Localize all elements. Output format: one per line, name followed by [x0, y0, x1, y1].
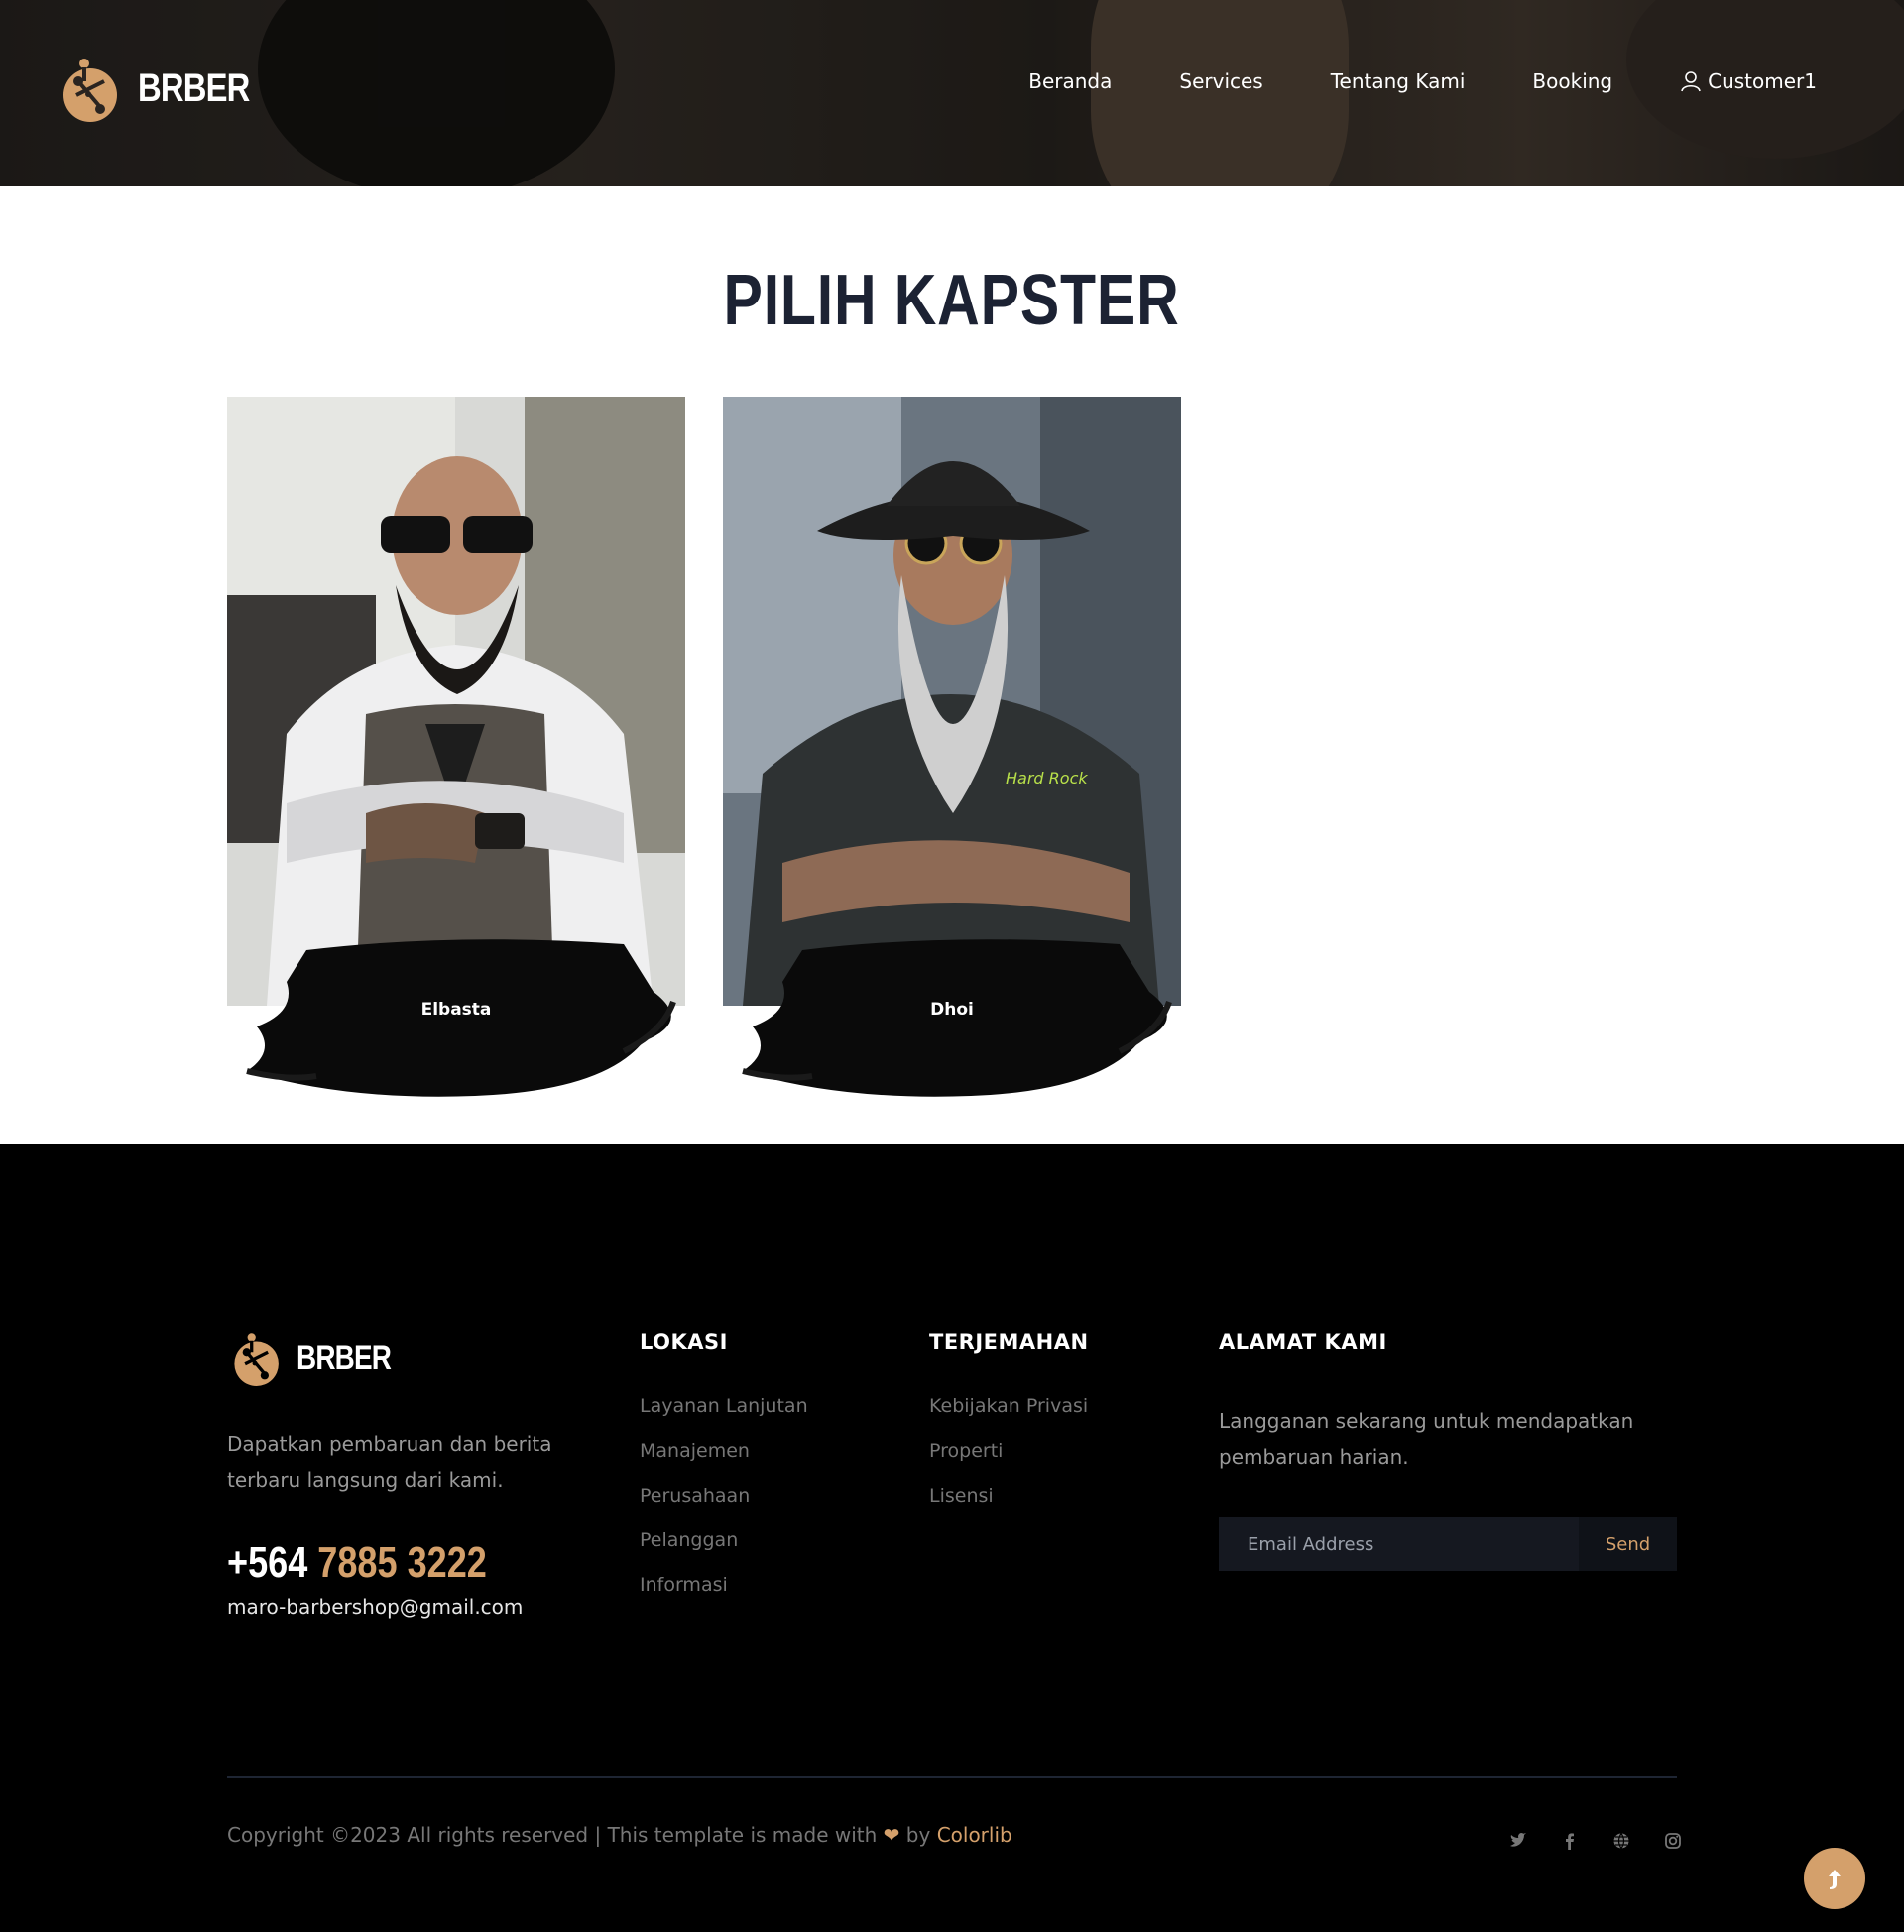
footer-logo[interactable]: BRBER: [227, 1327, 412, 1389]
twitter-icon[interactable]: [1507, 1830, 1529, 1852]
footer-link[interactable]: Pelanggan: [640, 1529, 808, 1551]
logo-text: BRBER: [138, 65, 250, 110]
email-input[interactable]: [1219, 1517, 1579, 1571]
footer-link[interactable]: Perusahaan: [640, 1485, 808, 1507]
header-overlay: [0, 0, 1904, 186]
site-footer: BRBER Dapatkan pembaruan dan berita terb…: [0, 1144, 1904, 1932]
footer-col-title: TERJEMAHAN: [929, 1330, 1089, 1354]
nav-beranda[interactable]: Beranda: [1028, 69, 1112, 93]
copyright-text: Copyright ©2023 All rights reserved | Th…: [227, 1823, 878, 1847]
copyright: Copyright ©2023 All rights reserved | Th…: [227, 1823, 1012, 1847]
nav-booking[interactable]: Booking: [1532, 69, 1612, 93]
page-title: PILIH KAPSTER: [0, 260, 1904, 341]
copyright-by: by: [905, 1823, 931, 1847]
back-to-top-button[interactable]: [1804, 1848, 1865, 1909]
footer-description: Dapatkan pembaruan dan berita terbaru la…: [227, 1432, 552, 1492]
arrow-up-icon: [1829, 1870, 1841, 1889]
footer-col-title: ALAMAT KAMI: [1219, 1330, 1387, 1354]
nav-account-label: Customer1: [1708, 69, 1817, 93]
footer-link[interactable]: Informasi: [640, 1574, 808, 1596]
svg-text:Hard Rock: Hard Rock: [1006, 769, 1088, 787]
subscribe-form: Send: [1219, 1517, 1677, 1571]
social-links: [1507, 1830, 1684, 1852]
subscribe-text: Langganan sekarang untuk mendapatkan pem…: [1219, 1409, 1634, 1469]
footer-link[interactable]: Properti: [929, 1440, 1089, 1462]
scissors-logo-icon: [234, 1333, 279, 1386]
footer-col-title: LOKASI: [640, 1330, 728, 1354]
barber-photo: Hard Rock: [723, 397, 1181, 1006]
footer-email[interactable]: maro-barbershop@gmail.com: [227, 1595, 523, 1619]
send-button[interactable]: Send: [1579, 1517, 1677, 1571]
phone-number: 7885 3222: [317, 1538, 487, 1587]
main-nav: Beranda Services Tentang Kami Booking Cu…: [1028, 69, 1817, 93]
barber-photo: [227, 397, 685, 1006]
barber-portrait-image: Hard Rock: [723, 397, 1181, 1006]
footer-link[interactable]: Manajemen: [640, 1440, 808, 1462]
scissors-logo-icon: [63, 59, 117, 122]
barber-name: Dhoi: [930, 1000, 974, 1020]
nav-account[interactable]: Customer1: [1680, 69, 1817, 93]
user-icon: [1681, 71, 1701, 92]
footer-col-lokasi: LOKASI Layanan Lanjutan Manajemen Perusa…: [640, 1330, 808, 1619]
barber-card-dhoi[interactable]: Hard Rock Dhoi: [723, 397, 1181, 1101]
footer-col-alamat: ALAMAT KAMI: [1219, 1330, 1387, 1395]
barber-card-elbasta[interactable]: Elbasta: [227, 397, 685, 1101]
instagram-icon[interactable]: [1662, 1830, 1684, 1852]
colorlib-link[interactable]: Colorlib: [937, 1823, 1012, 1847]
footer-phone[interactable]: +564 7885 3222: [227, 1538, 487, 1588]
footer-link[interactable]: Layanan Lanjutan: [640, 1395, 808, 1417]
site-logo[interactable]: BRBER: [55, 52, 274, 125]
footer-divider: [227, 1776, 1677, 1778]
footer-col-terjemahan: TERJEMAHAN Kebijakan Privasi Properti Li…: [929, 1330, 1089, 1529]
footer-link[interactable]: Kebijakan Privasi: [929, 1395, 1089, 1417]
barber-portrait-image: [227, 397, 685, 1006]
phone-prefix: +564: [227, 1538, 308, 1587]
nav-tentang-kami[interactable]: Tentang Kami: [1331, 69, 1466, 93]
footer-logo-text: BRBER: [297, 1338, 392, 1377]
facebook-icon[interactable]: [1559, 1830, 1581, 1852]
globe-icon[interactable]: [1610, 1830, 1632, 1852]
footer-link[interactable]: Lisensi: [929, 1485, 1089, 1507]
barber-name: Elbasta: [420, 1000, 492, 1020]
site-header: BRBER Beranda Services Tentang Kami Book…: [0, 0, 1904, 186]
nav-services[interactable]: Services: [1179, 69, 1262, 93]
page-title-text: PILIH KAPSTER: [723, 261, 1181, 340]
heart-icon: ❤: [883, 1823, 900, 1847]
